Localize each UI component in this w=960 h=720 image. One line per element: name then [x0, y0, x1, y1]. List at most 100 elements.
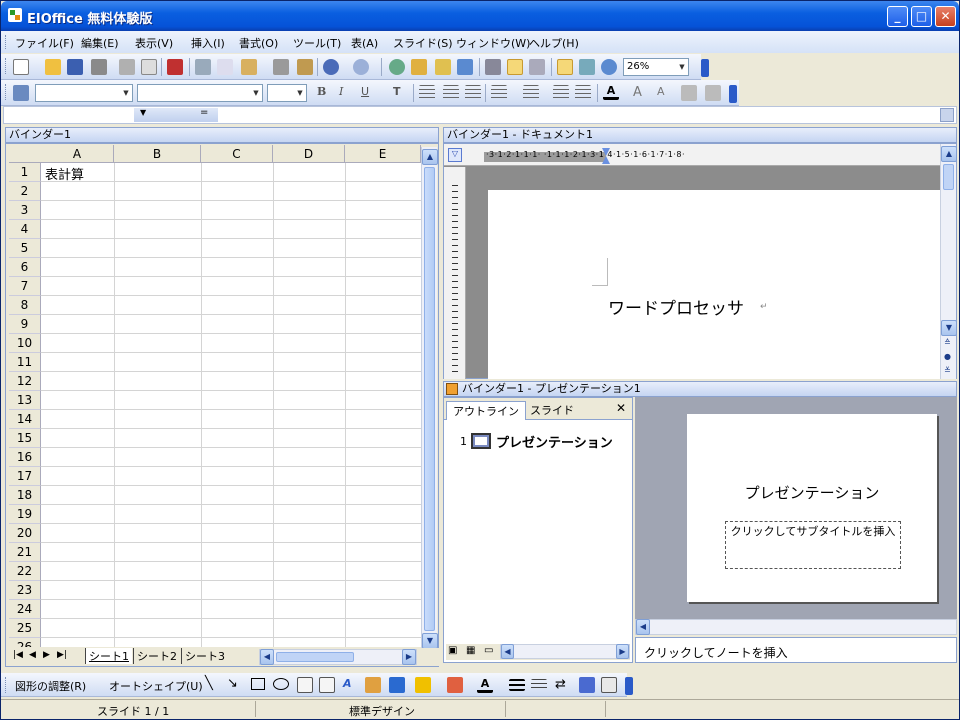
spreadsheet-pane-header[interactable]: バインダー1 [5, 127, 439, 143]
menu-edit[interactable]: 編集(E) [81, 35, 119, 51]
browse-object-icon[interactable]: ● [944, 352, 951, 361]
next-sheet-icon[interactable]: ▶ [43, 650, 50, 660]
chevron-down-icon[interactable]: ▼ [294, 85, 306, 101]
font-size-select[interactable]: ▼ [267, 84, 307, 102]
menu-table[interactable]: 表(A) [351, 35, 378, 51]
slide-thumbnail-icon[interactable] [471, 433, 491, 449]
menu-tools[interactable]: ツール(T) [293, 35, 341, 51]
copy-icon[interactable] [217, 59, 233, 75]
sheet-horizontal-scrollbar[interactable]: ◀ ▶ [259, 649, 417, 665]
scroll-right-icon[interactable]: ▶ [402, 649, 416, 665]
scroll-up-icon[interactable]: ▲ [941, 146, 957, 162]
spreadsheet-grid[interactable]: A B C D E 1 2 3 4 5 6 7 8 9 10 11 12 13 14 15 16 17 18 19 2… [9, 145, 421, 647]
grid-icon[interactable] [579, 59, 595, 75]
toolbar-options-button[interactable] [625, 677, 633, 695]
row-header[interactable]: 8 [9, 296, 41, 315]
new-icon[interactable] [13, 59, 29, 75]
bold-icon[interactable]: B [317, 85, 333, 101]
row-header[interactable]: 17 [9, 467, 41, 486]
line-icon[interactable]: ╲ [205, 676, 213, 691]
undo-icon[interactable] [323, 59, 339, 75]
row-header[interactable]: 9 [9, 315, 41, 334]
menu-slide[interactable]: スライド(S) [393, 35, 453, 51]
draw-table-icon[interactable] [411, 59, 427, 75]
next-page-icon[interactable]: ≚ [944, 366, 951, 375]
arrow-style-icon[interactable]: ⇄ [555, 677, 571, 693]
maximize-button[interactable]: □ [911, 6, 932, 27]
vertical-textbox-icon[interactable] [319, 677, 335, 693]
grow-font-icon[interactable]: A [633, 85, 649, 101]
wordart-icon[interactable]: A [343, 677, 359, 693]
style-select[interactable]: ▼ [35, 84, 133, 102]
row-header[interactable]: 18 [9, 486, 41, 505]
title-bar[interactable]: EIOffice 無料体験版 _ □ ✕ [1, 1, 959, 31]
column-header[interactable]: A [41, 145, 114, 163]
clear-format-icon[interactable] [273, 59, 289, 75]
row-header[interactable]: 15 [9, 429, 41, 448]
scroll-up-icon[interactable]: ▲ [422, 149, 438, 165]
increase-indent-icon[interactable] [575, 85, 591, 101]
dash-style-icon[interactable] [531, 679, 547, 691]
decrease-indent-icon[interactable] [553, 85, 569, 101]
oval-icon[interactable] [273, 678, 289, 690]
row-header[interactable]: 25 [9, 619, 41, 638]
print-icon[interactable] [119, 59, 135, 75]
text-effect-icon[interactable]: T [393, 85, 409, 101]
draw-adjust-menu[interactable]: 図形の調整(R) [15, 678, 86, 694]
print-preview-icon[interactable] [141, 59, 157, 75]
scroll-right-icon[interactable]: ▶ [616, 644, 629, 659]
column-header[interactable]: C [201, 145, 273, 163]
permission-icon[interactable] [91, 59, 107, 75]
underline-icon[interactable]: U [361, 85, 377, 101]
row-header[interactable]: 10 [9, 334, 41, 353]
chevron-down-icon[interactable]: ▼ [676, 59, 688, 75]
scroll-thumb[interactable] [943, 164, 954, 190]
column-header[interactable]: E [345, 145, 421, 163]
bullets-icon[interactable] [523, 85, 539, 101]
row-header[interactable]: 11 [9, 353, 41, 372]
prev-page-icon[interactable]: ≙ [944, 338, 951, 347]
cell-a1[interactable]: 表計算 [45, 164, 84, 183]
document-map-icon[interactable] [529, 59, 545, 75]
open-icon[interactable] [45, 59, 61, 75]
outline-horizontal-scrollbar[interactable]: ◀ ▶ [500, 644, 630, 659]
subtitle-placeholder[interactable]: クリックしてサブタイトルを挿入 [725, 521, 901, 569]
row-header[interactable]: 19 [9, 505, 41, 524]
align-right-icon[interactable] [465, 85, 481, 101]
row-header[interactable]: 12 [9, 372, 41, 391]
horizontal-ruler[interactable]: ▽ ·3·1·2·1·1·1· ·1·1·1·2·1·3·1·4·1·5·1·6… [444, 144, 940, 166]
clipart-icon[interactable] [365, 677, 381, 693]
row-header[interactable]: 13 [9, 391, 41, 410]
tab-slides[interactable]: スライド [524, 402, 580, 418]
align-left-icon[interactable] [419, 85, 435, 101]
hyperlink-icon[interactable] [389, 59, 405, 75]
fill-color-icon[interactable] [415, 677, 431, 693]
scroll-thumb[interactable] [276, 652, 354, 662]
toolbar-options-button[interactable] [701, 59, 709, 77]
rectangle-icon[interactable] [251, 678, 265, 690]
chevron-down-icon[interactable]: ▼ [140, 108, 146, 117]
chevron-down-icon[interactable]: ▼ [120, 85, 132, 101]
select-all-corner[interactable] [9, 145, 42, 163]
notes-panel[interactable]: クリックしてノートを挿入 [635, 637, 957, 663]
spellcheck-icon[interactable] [167, 59, 183, 75]
prev-sheet-icon[interactable]: ◀ [29, 650, 36, 660]
sheet-tab-1[interactable]: シート1 [85, 648, 132, 664]
row-header[interactable]: 23 [9, 581, 41, 600]
row-header[interactable]: 7 [9, 277, 41, 296]
cut-icon[interactable] [195, 59, 211, 75]
document-pane-header[interactable]: バインダー1 - ドキュメント1 [443, 127, 957, 143]
row-header[interactable]: 4 [9, 220, 41, 239]
menu-insert[interactable]: 挿入(I) [191, 35, 225, 51]
scroll-left-icon[interactable]: ◀ [501, 644, 514, 659]
gear-icon[interactable] [601, 59, 617, 75]
font-color-icon[interactable]: A [477, 677, 493, 693]
chevron-down-icon[interactable]: ▼ [250, 85, 262, 101]
outline-item[interactable]: プレゼンテーション [496, 432, 613, 451]
slide-title[interactable]: プレゼンテーション [687, 482, 937, 503]
font-color-icon[interactable]: A [603, 84, 619, 100]
last-sheet-icon[interactable]: ▶| [57, 650, 67, 660]
row-header[interactable]: 2 [9, 182, 41, 201]
scroll-left-icon[interactable]: ◀ [636, 619, 650, 635]
scroll-left-icon[interactable]: ◀ [260, 649, 274, 665]
